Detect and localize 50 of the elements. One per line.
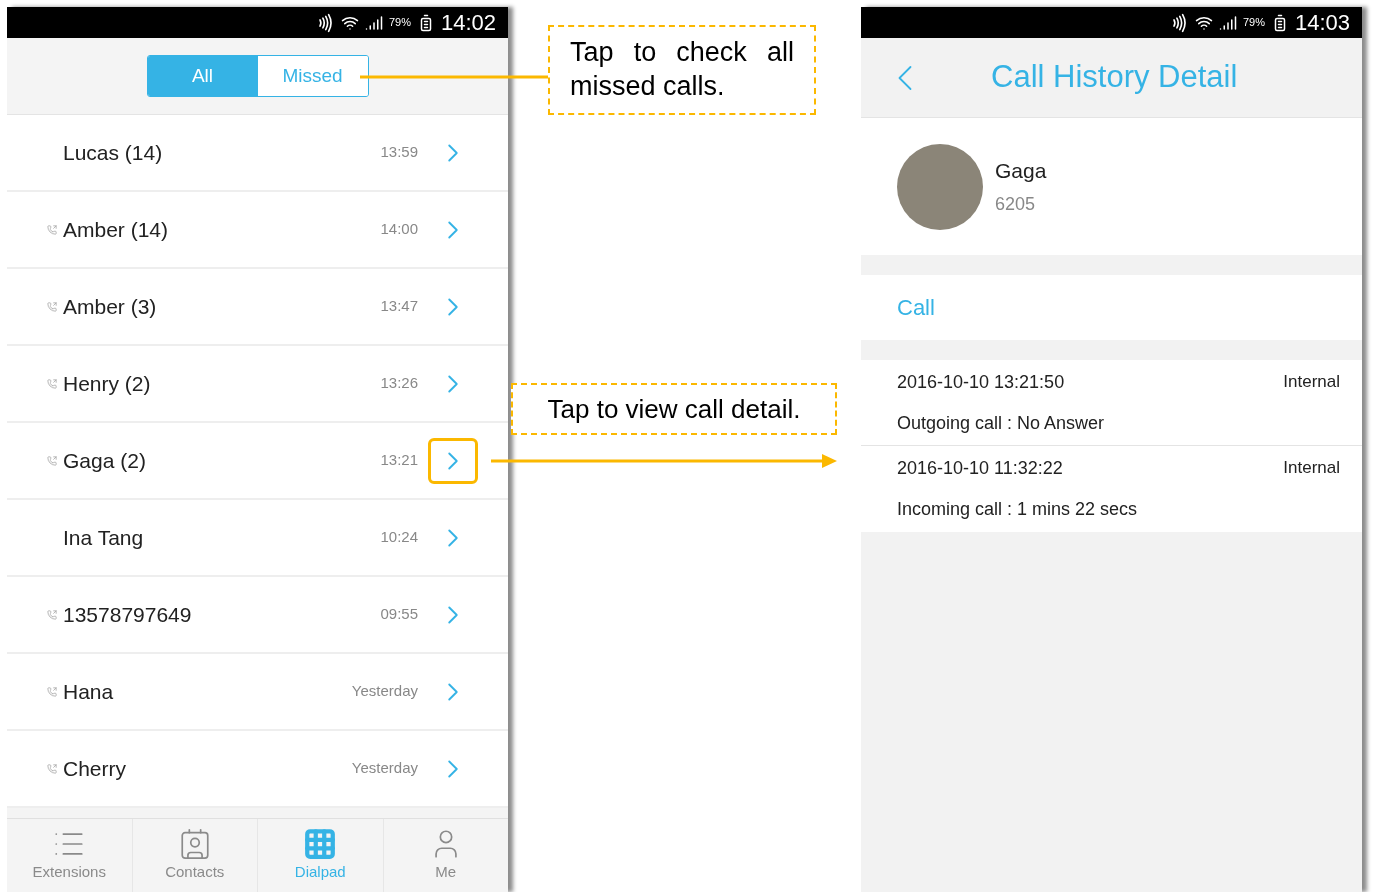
call-time: 10:24 bbox=[380, 527, 418, 548]
call-time: 13:21 bbox=[380, 450, 418, 471]
dialpad-icon bbox=[303, 827, 338, 862]
clock: 14:03 bbox=[1294, 9, 1350, 37]
screen-title: Call History Detail bbox=[991, 58, 1238, 97]
call-time: 13:26 bbox=[380, 373, 418, 394]
contact-name: Gaga bbox=[995, 158, 1047, 185]
battery-percent: 79% bbox=[388, 15, 411, 31]
call-time: 14:00 bbox=[380, 219, 418, 240]
call-row[interactable]: Amber (3) 13:47 bbox=[7, 269, 508, 346]
chevron-button[interactable] bbox=[428, 437, 478, 484]
record-summary: Incoming call : 1 mins 22 secs bbox=[897, 498, 1139, 521]
callout-text: Tap to view call detail. bbox=[547, 392, 801, 426]
caller-name: Ina Tang bbox=[63, 524, 145, 551]
nav-label: Me bbox=[435, 862, 457, 883]
signal-icon bbox=[1218, 13, 1237, 32]
record-datetime: 2016-10-10 11:32:22 bbox=[897, 457, 1063, 480]
battery-percent: 79% bbox=[1242, 15, 1265, 31]
caller-name: Cherry bbox=[63, 755, 127, 782]
call-row[interactable]: 13578797649 09:55 bbox=[7, 577, 508, 654]
caller-name: Amber (14) bbox=[63, 216, 170, 243]
nav-label: Contacts bbox=[165, 862, 225, 883]
call-row[interactable]: Cherry Yesterday bbox=[7, 731, 508, 808]
nav-label: Dialpad bbox=[294, 862, 346, 883]
caller-name: Lucas (14) bbox=[63, 139, 164, 166]
call-row[interactable]: Henry (2) 13:26 bbox=[7, 346, 508, 423]
contact-extension: 6205 bbox=[995, 192, 1037, 216]
record-datetime: 2016-10-10 13:21:50 bbox=[897, 370, 1065, 394]
caller-name: Hana bbox=[63, 678, 115, 705]
record-type: Internal bbox=[1283, 457, 1340, 479]
call-row[interactable]: Lucas (14) 13:59 bbox=[7, 115, 508, 192]
nav-label: Extensions bbox=[32, 862, 106, 883]
signal-icon bbox=[364, 13, 383, 32]
caller-name: Henry (2) bbox=[63, 370, 152, 397]
caller-name: 13578797649 bbox=[63, 601, 193, 628]
record-type: Internal bbox=[1283, 370, 1340, 393]
call-time: Yesterday bbox=[351, 681, 418, 702]
call-time: 13:59 bbox=[380, 142, 418, 163]
caller-name: Amber (3) bbox=[63, 293, 158, 320]
call-row[interactable]: Hana Yesterday bbox=[7, 654, 508, 731]
call-time: Yesterday bbox=[351, 758, 418, 779]
call-time: 13:47 bbox=[380, 296, 418, 317]
call-row[interactable]: Amber (14) 14:00 bbox=[7, 192, 508, 269]
call-row[interactable]: Ina Tang 10:24 bbox=[7, 500, 508, 577]
caller-name: Gaga (2) bbox=[63, 447, 147, 474]
clock: 14:02 bbox=[440, 9, 496, 37]
record-summary: Outgoing call : No Answer bbox=[897, 411, 1106, 435]
call-row[interactable]: Gaga (2) 13:21 bbox=[7, 423, 508, 500]
call-time: 09:55 bbox=[380, 604, 418, 625]
callout-text: Tap to check all missed calls. bbox=[570, 36, 794, 103]
